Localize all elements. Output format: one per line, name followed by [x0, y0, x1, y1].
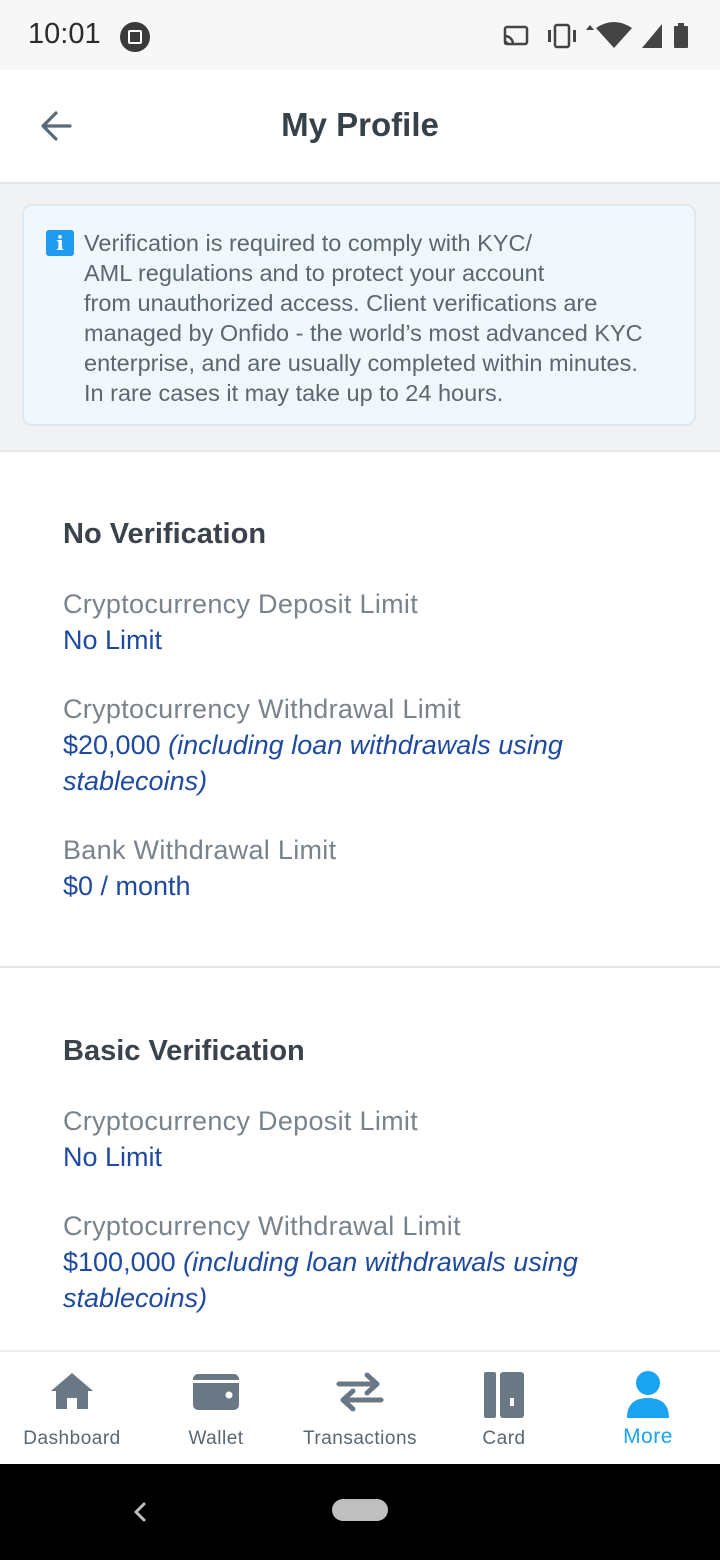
limit-label: Bank Withdrawal Limit [63, 835, 337, 865]
nav-more[interactable]: More [576, 1352, 720, 1466]
system-back-icon[interactable] [126, 1494, 154, 1530]
nav-label: More [623, 1425, 673, 1448]
nav-card[interactable]: Card [432, 1352, 576, 1466]
nav-label: Dashboard [23, 1428, 121, 1449]
home-icon [51, 1373, 93, 1409]
limit-amount: $0 / month [63, 871, 191, 901]
no-verification-section: No Verification Cryptocurrency Deposit L… [0, 452, 720, 966]
signal-icon [642, 24, 662, 48]
info-line: In rare cases it may take up to 24 hours… [84, 380, 504, 406]
limit-label: Cryptocurrency Withdrawal Limit [63, 694, 461, 724]
status-time: 10:01 [28, 18, 101, 50]
wallet-icon [193, 1374, 239, 1410]
battery-icon [674, 23, 688, 48]
verification-info-text: Verification is required to comply with … [84, 228, 684, 408]
limit-label: Cryptocurrency Deposit Limit [63, 1106, 419, 1136]
info-line: AML regulations and to protect your acco… [84, 260, 545, 286]
vibrate-icon [548, 23, 576, 49]
section-title: Basic Verification [63, 1035, 305, 1067]
nav-wallet[interactable]: Wallet [144, 1352, 288, 1466]
info-line: enterprise, and are usually completed wi… [84, 350, 638, 376]
nav-dashboard[interactable]: Dashboard [0, 1352, 144, 1466]
wifi-icon [586, 22, 632, 48]
nav-label: Wallet [188, 1428, 244, 1449]
limit-amount: $100,000 [63, 1247, 176, 1277]
limit-label: Cryptocurrency Deposit Limit [63, 589, 419, 619]
card-icon [484, 1372, 524, 1418]
limit-amount: $20,000 [63, 730, 161, 760]
page-title: My Profile [281, 106, 439, 143]
info-line: Verification is required to comply with … [84, 230, 532, 256]
limit-amount: No Limit [63, 625, 163, 655]
info-icon: i [46, 230, 74, 256]
nav-transactions[interactable]: Transactions [288, 1352, 432, 1466]
nav-label: Card [482, 1428, 526, 1449]
transfer-arrows-icon [336, 1372, 384, 1412]
system-home-button[interactable] [332, 1499, 388, 1521]
notification-app-icon [120, 22, 150, 52]
limit-value: $20,000 (including loan withdrawals usin… [63, 727, 663, 799]
limit-value: No Limit [63, 622, 663, 658]
bottom-nav: Dashboard Wallet Transactions Card More [0, 1350, 720, 1466]
limit-label: Cryptocurrency Withdrawal Limit [63, 1211, 461, 1241]
verification-info-box: i Verification is required to comply wit… [22, 204, 696, 426]
limit-amount: No Limit [63, 1142, 163, 1172]
section-title: No Verification [63, 518, 267, 550]
nav-label: Transactions [302, 1428, 418, 1449]
app-header: My Profile [0, 70, 720, 184]
basic-verification-section: Basic Verification Cryptocurrency Deposi… [0, 968, 720, 1350]
info-line: managed by Onfido - the world’s most adv… [84, 320, 643, 346]
limit-value: $100,000 (including loan withdrawals usi… [63, 1244, 683, 1316]
cast-icon [503, 25, 529, 46]
info-band: i Verification is required to comply wit… [0, 184, 720, 452]
info-line: from unauthorized access. Client verific… [84, 290, 598, 316]
limit-value: No Limit [63, 1139, 663, 1175]
user-icon [627, 1371, 669, 1418]
system-nav-bar [0, 1464, 720, 1560]
limit-value: $0 / month [63, 868, 663, 904]
status-bar: 10:01 [0, 0, 720, 70]
